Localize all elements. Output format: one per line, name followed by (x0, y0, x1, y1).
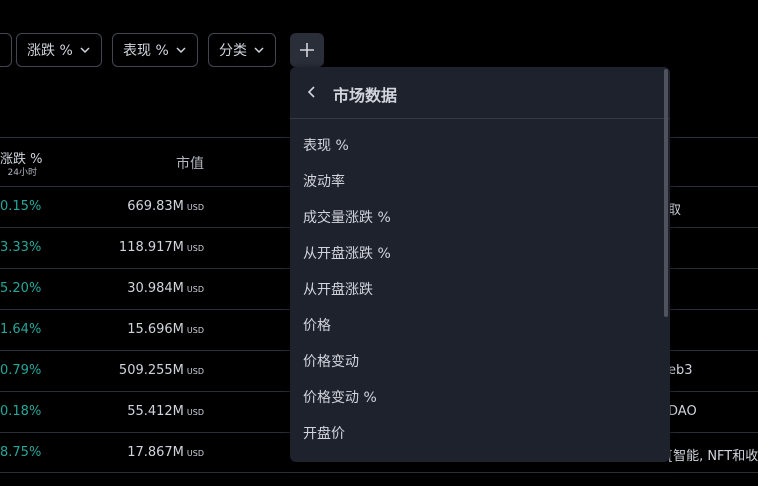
market-cap-cell: 55.412M USD (127, 404, 204, 419)
change-cell: 3.33% (0, 240, 42, 255)
dropdown-header: 市场数据 (290, 67, 670, 119)
change-cell: 5.20% (0, 281, 42, 296)
add-filter-button[interactable] (290, 33, 324, 67)
filter-change-label: 涨跌 % (27, 43, 73, 59)
chevron-left-icon[interactable] (304, 84, 320, 100)
filter-category-label: 分类 (219, 43, 247, 59)
menu-item-open-price[interactable]: 开盘价 (290, 415, 664, 451)
change-cell: 0.18% (0, 404, 42, 419)
menu-item-price-change-pct[interactable]: 价格变动 % (290, 379, 664, 415)
market-cap-cell: 509.255M USD (118, 363, 204, 378)
screener-root: 涨跌 % 表现 % 分类 涨跌 % 24小时 市值 0.15% 669.83M U… (0, 0, 758, 486)
category-cell: eb3 (668, 363, 693, 378)
menu-item-change-from-open[interactable]: 从开盘涨跌 (290, 271, 664, 307)
filter-pill-clipped[interactable] (0, 33, 12, 67)
category-cell: DAO (668, 404, 697, 419)
market-data-dropdown: 市场数据 表现 % 波动率 成交量涨跌 % 从开盘涨跌 % 从开盘涨跌 价格 价… (290, 67, 670, 462)
change-cell: 0.79% (0, 363, 42, 378)
filter-change-button[interactable]: 涨跌 % (16, 33, 102, 67)
market-cap-cell: 669.83M USD (127, 199, 204, 214)
market-cap-cell: 15.696M USD (127, 322, 204, 337)
category-cell: [智能, NFT和收 (668, 449, 758, 464)
menu-item-price[interactable]: 价格 (290, 307, 664, 343)
market-cap-cell: 118.917M USD (118, 240, 204, 255)
column-subheader-24h: 24小时 (7, 168, 37, 178)
dropdown-title: 市场数据 (333, 86, 398, 105)
menu-item-change-from-open-pct[interactable]: 从开盘涨跌 % (290, 235, 664, 271)
chevron-down-icon (80, 47, 90, 54)
menu-item-volume-change[interactable]: 成交量涨跌 % (290, 199, 664, 235)
plus-icon (300, 43, 314, 57)
menu-item-performance[interactable]: 表现 % (290, 127, 664, 163)
filter-performance-button[interactable]: 表现 % (112, 33, 198, 67)
column-header-market-cap[interactable]: 市值 (120, 153, 204, 173)
menu-item-price-change[interactable]: 价格变动 (290, 343, 664, 379)
market-cap-cell: 30.984M USD (127, 281, 204, 296)
chevron-down-icon (176, 47, 186, 54)
change-cell: 8.75% (0, 445, 42, 460)
chevron-down-icon (254, 47, 264, 54)
filter-category-button[interactable]: 分类 (208, 33, 276, 67)
market-cap-cell: 17.867M USD (127, 445, 204, 460)
filter-performance-label: 表现 % (123, 43, 169, 59)
change-cell: 1.64% (0, 322, 42, 337)
change-cell: 0.15% (0, 199, 42, 214)
dropdown-scrollbar[interactable] (664, 69, 668, 317)
menu-item-volatility[interactable]: 波动率 (290, 163, 664, 199)
